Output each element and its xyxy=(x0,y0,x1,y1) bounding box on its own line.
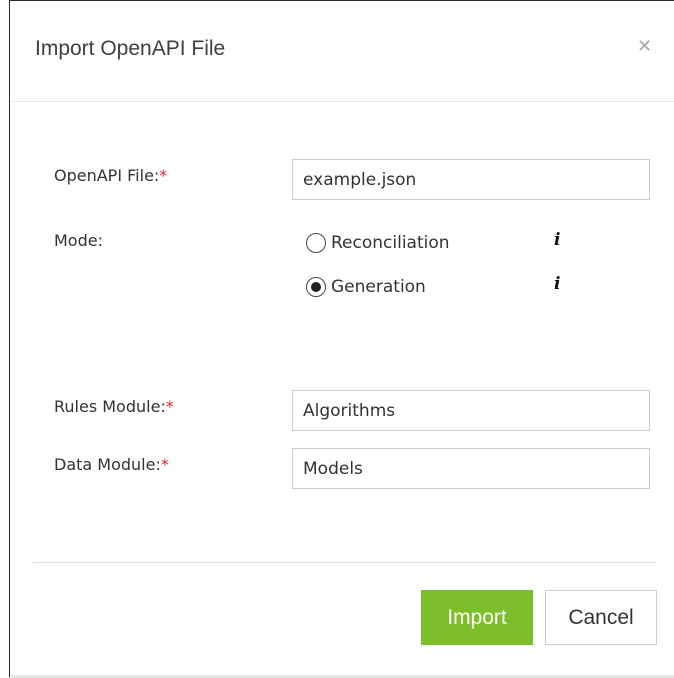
import-button[interactable]: Import xyxy=(421,590,533,645)
mode-option-reconciliation[interactable]: Reconciliation xyxy=(306,230,450,256)
import-openapi-dialog: Import OpenAPI File ✕ OpenAPI File:* Mod… xyxy=(9,0,674,678)
required-marker: * xyxy=(159,166,168,185)
reconciliation-radio[interactable] xyxy=(306,233,326,253)
rules-module-label: Rules Module:* xyxy=(54,397,174,416)
generation-radio[interactable] xyxy=(306,277,326,297)
cancel-button[interactable]: Cancel xyxy=(545,590,657,645)
info-icon[interactable]: i xyxy=(554,274,560,294)
header-divider xyxy=(10,101,674,102)
footer-divider xyxy=(33,562,657,563)
mode-option-generation[interactable]: Generation xyxy=(306,274,426,300)
mode-label: Mode: xyxy=(54,231,103,250)
rules-module-input[interactable] xyxy=(292,390,650,431)
rules-module-label-text: Rules Module: xyxy=(54,397,166,416)
close-icon[interactable]: ✕ xyxy=(637,37,652,57)
dialog-title: Import OpenAPI File xyxy=(35,37,226,60)
data-module-label: Data Module:* xyxy=(54,455,169,474)
required-marker: * xyxy=(160,455,169,474)
radio-selected-dot xyxy=(311,282,321,292)
data-module-label-text: Data Module: xyxy=(54,455,161,474)
reconciliation-label: Reconciliation xyxy=(331,233,450,253)
data-module-input[interactable] xyxy=(292,448,650,489)
openapi-file-label-text: OpenAPI File: xyxy=(54,166,160,185)
openapi-file-label: OpenAPI File:* xyxy=(54,166,167,185)
openapi-file-input[interactable] xyxy=(292,159,650,200)
required-marker: * xyxy=(165,397,174,416)
info-icon[interactable]: i xyxy=(554,230,560,250)
generation-label: Generation xyxy=(331,277,426,297)
